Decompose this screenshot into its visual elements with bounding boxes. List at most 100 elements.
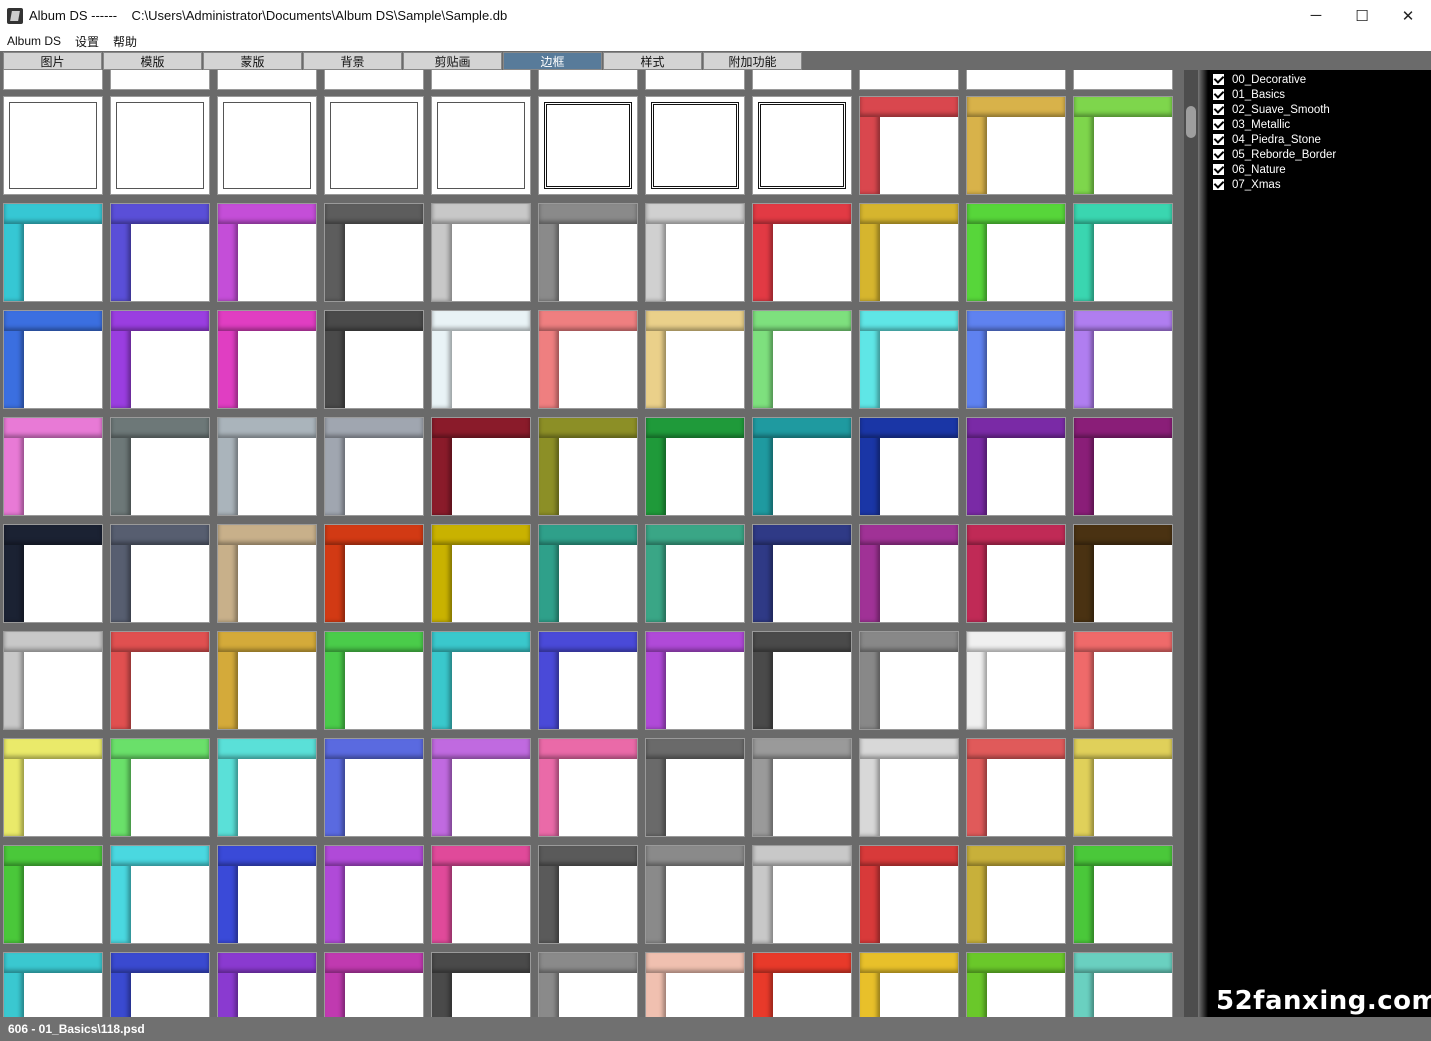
frame-thumbnail[interactable]	[431, 70, 531, 90]
category-checkbox[interactable]	[1213, 149, 1224, 160]
category-checkbox[interactable]	[1213, 104, 1224, 115]
tab-pictures[interactable]: 图片	[3, 52, 102, 70]
frame-thumbnail[interactable]	[966, 524, 1066, 623]
frame-thumbnail[interactable]	[110, 631, 210, 730]
frame-thumbnail[interactable]	[324, 203, 424, 302]
frame-thumbnail[interactable]	[966, 845, 1066, 944]
frame-thumbnail[interactable]	[431, 738, 531, 837]
app-icon[interactable]	[7, 7, 23, 24]
frame-thumbnail[interactable]	[3, 524, 103, 623]
frame-thumbnail[interactable]	[859, 952, 959, 1017]
frame-thumbnail[interactable]	[538, 952, 638, 1017]
frame-thumbnail[interactable]	[217, 952, 317, 1017]
frame-thumbnail[interactable]	[217, 70, 317, 90]
frame-thumbnail[interactable]	[1073, 417, 1173, 516]
frame-thumbnail[interactable]	[966, 70, 1066, 90]
frame-thumbnail[interactable]	[1073, 524, 1173, 623]
frame-thumbnail[interactable]	[324, 524, 424, 623]
frame-thumbnail[interactable]	[752, 845, 852, 944]
frame-thumbnail[interactable]	[645, 417, 745, 516]
frame-thumbnail[interactable]	[645, 738, 745, 837]
category-item[interactable]: 03_Metallic	[1213, 117, 1336, 132]
frame-thumbnail[interactable]	[1073, 70, 1173, 90]
frame-thumbnail[interactable]	[110, 524, 210, 623]
frame-thumbnail[interactable]	[217, 417, 317, 516]
frame-thumbnail[interactable]	[431, 417, 531, 516]
frame-thumbnail[interactable]	[538, 738, 638, 837]
frame-thumbnail[interactable]	[859, 845, 959, 944]
frame-thumbnail[interactable]	[324, 952, 424, 1017]
frame-thumbnail[interactable]	[3, 70, 103, 90]
category-checkbox[interactable]	[1213, 74, 1224, 85]
category-checkbox[interactable]	[1213, 179, 1224, 190]
frame-thumbnail[interactable]	[1073, 952, 1173, 1017]
frame-thumbnail[interactable]	[431, 96, 531, 195]
maximize-button[interactable]: ☐	[1339, 0, 1385, 31]
tab-backgrounds[interactable]: 背景	[303, 52, 402, 70]
tab-styles[interactable]: 样式	[603, 52, 702, 70]
frame-thumbnail[interactable]	[1073, 96, 1173, 195]
frame-thumbnail[interactable]	[645, 203, 745, 302]
frame-thumbnail[interactable]	[3, 96, 103, 195]
frame-thumbnail[interactable]	[324, 310, 424, 409]
frame-thumbnail[interactable]	[966, 310, 1066, 409]
category-item[interactable]: 06_Nature	[1213, 162, 1336, 177]
frame-thumbnail[interactable]	[859, 96, 959, 195]
frame-thumbnail[interactable]	[217, 738, 317, 837]
frame-thumbnail[interactable]	[324, 631, 424, 730]
frame-thumbnail[interactable]	[645, 631, 745, 730]
category-checkbox[interactable]	[1213, 134, 1224, 145]
category-item[interactable]: 02_Suave_Smooth	[1213, 102, 1336, 117]
menu-album-ds[interactable]: Album DS	[0, 34, 68, 48]
frame-thumbnail[interactable]	[110, 417, 210, 516]
frame-thumbnail[interactable]	[752, 417, 852, 516]
frame-thumbnail[interactable]	[538, 631, 638, 730]
frame-thumbnail[interactable]	[966, 96, 1066, 195]
frame-thumbnail[interactable]	[538, 845, 638, 944]
frame-thumbnail[interactable]	[752, 203, 852, 302]
frame-thumbnail[interactable]	[217, 310, 317, 409]
tab-clipart[interactable]: 剪贴画	[403, 52, 502, 70]
category-checkbox[interactable]	[1213, 164, 1224, 175]
menu-settings[interactable]: 设置	[68, 33, 106, 50]
frame-thumbnail[interactable]	[110, 845, 210, 944]
frame-thumbnail[interactable]	[217, 203, 317, 302]
frame-thumbnail[interactable]	[3, 203, 103, 302]
frame-thumbnail[interactable]	[645, 70, 745, 90]
frame-thumbnail[interactable]	[3, 738, 103, 837]
frame-thumbnail[interactable]	[431, 952, 531, 1017]
frame-thumbnail[interactable]	[645, 952, 745, 1017]
category-item[interactable]: 01_Basics	[1213, 87, 1336, 102]
category-item[interactable]: 05_Reborde_Border	[1213, 147, 1336, 162]
frame-thumbnail[interactable]	[966, 631, 1066, 730]
frame-thumbnail[interactable]	[859, 310, 959, 409]
frame-thumbnail[interactable]	[324, 96, 424, 195]
frame-thumbnail[interactable]	[217, 96, 317, 195]
frame-thumbnail[interactable]	[3, 952, 103, 1017]
frame-thumbnail[interactable]	[324, 738, 424, 837]
frame-thumbnail[interactable]	[538, 524, 638, 623]
frame-thumbnail[interactable]	[538, 417, 638, 516]
frame-thumbnail[interactable]	[217, 845, 317, 944]
frame-thumbnail[interactable]	[859, 631, 959, 730]
frame-thumbnail[interactable]	[431, 631, 531, 730]
frame-thumbnail[interactable]	[645, 845, 745, 944]
frame-thumbnail[interactable]	[752, 310, 852, 409]
frame-thumbnail[interactable]	[324, 417, 424, 516]
tab-templates[interactable]: 模版	[103, 52, 202, 70]
frame-thumbnail[interactable]	[324, 845, 424, 944]
frame-thumbnail[interactable]	[110, 70, 210, 90]
frame-thumbnail[interactable]	[1073, 845, 1173, 944]
tab-frames[interactable]: 边框	[503, 52, 602, 70]
frame-thumbnail[interactable]	[752, 631, 852, 730]
frame-thumbnail[interactable]	[645, 96, 745, 195]
category-item[interactable]: 00_Decorative	[1213, 72, 1336, 87]
frame-thumbnail[interactable]	[3, 631, 103, 730]
frame-thumbnail[interactable]	[3, 310, 103, 409]
frame-thumbnail[interactable]	[3, 417, 103, 516]
frame-thumbnail[interactable]	[752, 524, 852, 623]
frame-thumbnail[interactable]	[217, 631, 317, 730]
frame-thumbnail[interactable]	[110, 952, 210, 1017]
frame-thumbnail[interactable]	[1073, 631, 1173, 730]
frame-thumbnail[interactable]	[859, 524, 959, 623]
